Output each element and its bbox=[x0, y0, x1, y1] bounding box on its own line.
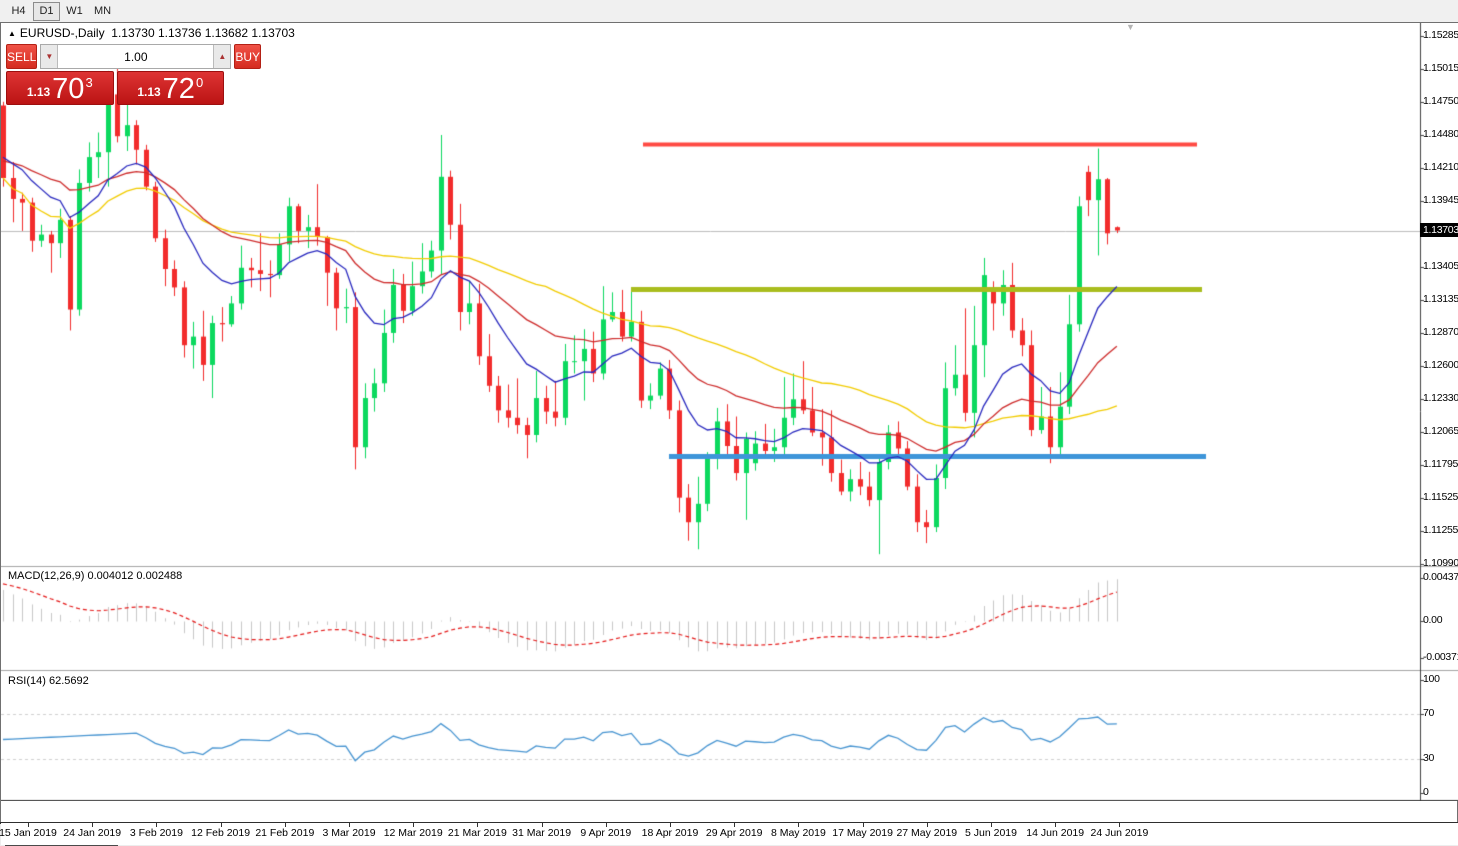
current-price-tag: 1.13703 bbox=[1420, 223, 1458, 237]
rsi-axis-tick: 70 bbox=[1423, 706, 1435, 719]
macd-axis-tick: 0.004375 bbox=[1423, 570, 1458, 583]
date-axis-label: 14 Jun 2019 bbox=[1026, 827, 1085, 839]
date-axis-label: 9 Apr 2019 bbox=[580, 827, 632, 839]
quick-trade-collapse-icon[interactable]: ▼ bbox=[1126, 22, 1135, 32]
one-click-trade-panel: SELL ▼ ▲ BUY 1.13 70 3 1.13 72 0 bbox=[6, 44, 262, 105]
date-axis-label: 18 Apr 2019 bbox=[641, 827, 699, 839]
price-axis-tick: 1.12330 bbox=[1423, 392, 1458, 405]
price-axis-tick: 1.14210 bbox=[1423, 161, 1458, 174]
timeframe-button-w1[interactable]: W1 bbox=[61, 2, 88, 21]
price-axis-tick: 1.12065 bbox=[1423, 424, 1458, 437]
chart-window: 15 Jan 2019 24 Jan 2019 3 Feb 2019 12 Feb 2… bbox=[0, 22, 1458, 845]
price-axis-tick: 1.15285 bbox=[1423, 29, 1458, 42]
price-axis-tick: 1.13405 bbox=[1423, 260, 1458, 273]
date-axis-label: 15 Jan 2019 bbox=[0, 827, 57, 839]
date-axis-label: 12 Mar 2019 bbox=[383, 827, 443, 839]
date-axis-label: 12 Feb 2019 bbox=[191, 827, 251, 839]
date-axis-label: 8 May 2019 bbox=[770, 827, 826, 839]
date-axis-label: 3 Mar 2019 bbox=[322, 827, 376, 839]
date-axis-label: 27 May 2019 bbox=[896, 827, 958, 839]
volume-spinner: ▼ ▲ bbox=[40, 44, 232, 69]
date-axis-label: 3 Feb 2019 bbox=[129, 827, 183, 839]
price-axis-tick: 1.12600 bbox=[1423, 359, 1458, 372]
timeframe-toolbar: H4 D1 W1 MN bbox=[0, 0, 1458, 22]
rsi-indicator-label: RSI(14) 62.5692 bbox=[8, 675, 89, 687]
price-axis-tick: 1.13135 bbox=[1423, 293, 1458, 306]
volume-decrease-icon[interactable]: ▼ bbox=[41, 45, 59, 68]
chart-symbol-label: EURUSD-,Daily bbox=[19, 26, 105, 40]
price-axis-tick: 1.11795 bbox=[1423, 458, 1458, 471]
date-axis-label: 24 Jan 2019 bbox=[63, 827, 122, 839]
sell-button[interactable]: SELL bbox=[6, 44, 38, 69]
price-axis-tick: 1.14480 bbox=[1423, 127, 1458, 140]
date-axis-label: 24 Jun 2019 bbox=[1090, 827, 1149, 839]
date-axis-label: 5 Jun 2019 bbox=[965, 827, 1017, 839]
macd-axis-tick: -0.00371 bbox=[1423, 650, 1458, 663]
timeframe-button-h4[interactable]: H4 bbox=[5, 2, 32, 21]
volume-increase-icon[interactable]: ▲ bbox=[213, 45, 231, 68]
price-axis-tick: 1.11255 bbox=[1423, 524, 1458, 537]
buy-price-big: 72 bbox=[162, 73, 195, 105]
date-axis: 15 Jan 2019 24 Jan 2019 3 Feb 2019 12 Feb 2… bbox=[0, 823, 1458, 845]
sell-price-prefix: 1.13 bbox=[26, 85, 51, 99]
date-axis-label: 21 Mar 2019 bbox=[447, 827, 507, 839]
buy-price-display[interactable]: 1.13 72 0 bbox=[116, 71, 224, 105]
collapse-panel-icon[interactable]: ▲ bbox=[8, 29, 16, 38]
chart-title: ▲ EURUSD-,Daily 1.13730 1.13736 1.13682 1… bbox=[8, 26, 295, 40]
rsi-axis-tick: 0 bbox=[1423, 786, 1429, 798]
rsi-axis-tick: 30 bbox=[1423, 752, 1435, 765]
rsi-axis-tick: 100 bbox=[1423, 673, 1440, 685]
date-axis-label: 17 May 2019 bbox=[832, 827, 893, 839]
price-axis-tick: 1.13945 bbox=[1423, 193, 1458, 206]
buy-price-prefix: 1.13 bbox=[137, 85, 161, 99]
macd-indicator-label: MACD(12,26,9) 0.004012 0.002488 bbox=[8, 570, 183, 582]
price-axis-tick: 1.15015 bbox=[1423, 62, 1458, 75]
buy-button[interactable]: BUY bbox=[234, 44, 262, 69]
sell-price-display[interactable]: 1.13 70 3 bbox=[6, 71, 114, 105]
trading-platform: H4 D1 W1 MN 15 Jan 2019 24 Jan 2019 3 Feb 201… bbox=[0, 0, 1458, 846]
date-axis-label: 31 Mar 2019 bbox=[512, 827, 572, 839]
price-chart-canvas[interactable] bbox=[1, 23, 1458, 801]
volume-input[interactable] bbox=[58, 45, 214, 68]
sell-price-pipette: 3 bbox=[85, 75, 93, 90]
price-axis-tick: 1.12870 bbox=[1423, 325, 1458, 338]
timeframe-button-d1[interactable]: D1 bbox=[33, 1, 60, 21]
macd-axis-tick: 0.00 bbox=[1423, 614, 1443, 626]
price-axis-tick: 1.14750 bbox=[1423, 94, 1458, 107]
price-axis-tick: 1.11525 bbox=[1423, 491, 1458, 504]
buy-price-pipette: 0 bbox=[195, 75, 204, 90]
price-axis-tick: 1.10990 bbox=[1423, 557, 1458, 570]
timeframe-button-mn[interactable]: MN bbox=[89, 2, 116, 21]
sell-price-big: 70 bbox=[52, 73, 85, 105]
chart-ohlc-values: 1.13730 1.13736 1.13682 1.13703 bbox=[111, 26, 295, 40]
date-axis-label: 21 Feb 2019 bbox=[255, 827, 315, 839]
date-axis-label: 29 Apr 2019 bbox=[705, 827, 763, 839]
